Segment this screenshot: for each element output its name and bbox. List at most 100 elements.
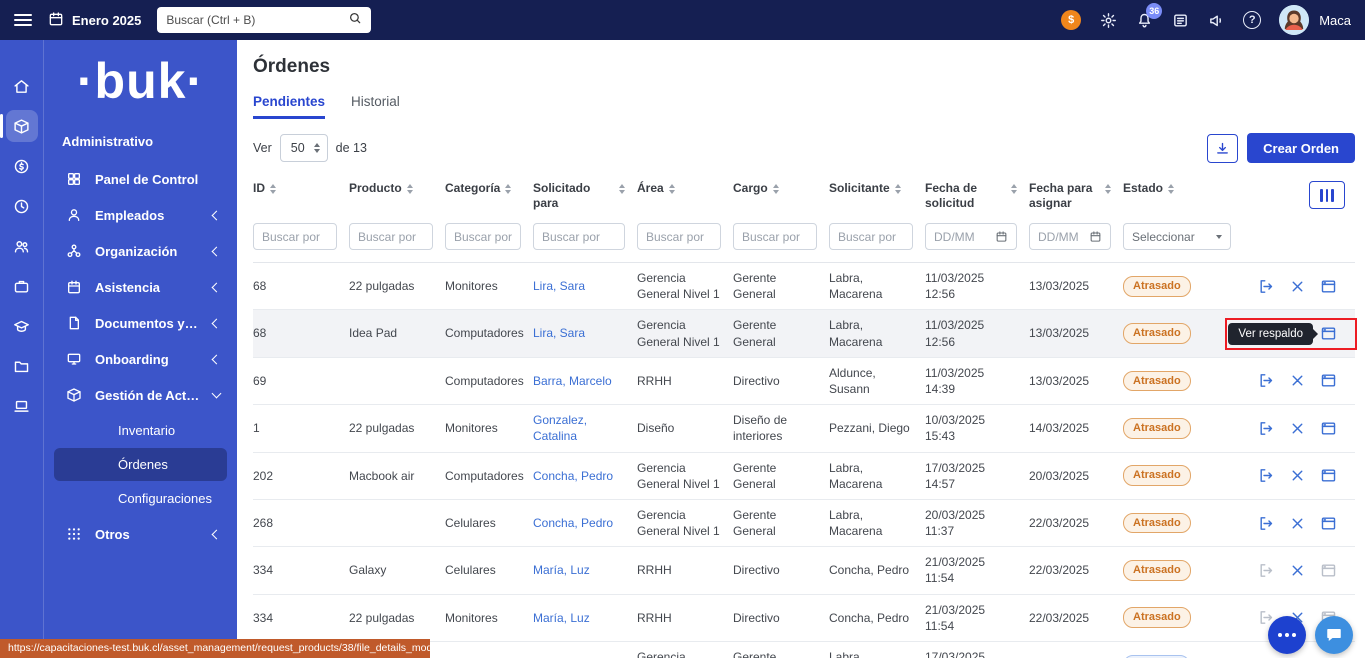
filter-input-producto[interactable] <box>349 223 433 250</box>
avatar[interactable] <box>1279 5 1310 35</box>
tab-pendientes[interactable]: Pendientes <box>253 94 326 119</box>
page-size-select[interactable]: 50 <box>279 134 328 162</box>
assign-icon[interactable] <box>1258 467 1275 484</box>
cancel-icon[interactable] <box>1289 372 1306 389</box>
menu-icon[interactable] <box>14 14 32 26</box>
sidebar-item-empleados[interactable]: Empleados <box>44 197 237 233</box>
sidebar-item-onboarding[interactable]: Onboarding <box>44 341 237 377</box>
cancel-icon[interactable] <box>1289 278 1306 295</box>
solicitado-para-link[interactable]: Concha, Pedro <box>533 516 613 530</box>
create-order-button[interactable]: Crear Orden <box>1247 133 1355 163</box>
settings-icon[interactable] <box>1099 11 1117 29</box>
tab-historial[interactable]: Historial <box>351 94 400 119</box>
filter-input-solicitante[interactable] <box>829 223 913 250</box>
chevron-icon <box>211 282 222 292</box>
assign-icon[interactable] <box>1258 372 1275 389</box>
filter-select-estado[interactable]: Seleccionar <box>1123 223 1231 250</box>
notifications-icon[interactable]: 36 <box>1135 3 1163 29</box>
cell-id: 334 <box>253 610 274 625</box>
solicitado-para-link[interactable]: María, Luz <box>533 563 590 577</box>
column-header-id[interactable]: ID <box>253 181 349 196</box>
download-button[interactable] <box>1207 133 1239 163</box>
cell-estado: Atrasado <box>1123 553 1243 588</box>
column-header-area[interactable]: Área <box>637 181 733 196</box>
laptop-icon[interactable] <box>6 390 38 422</box>
home-icon[interactable] <box>6 70 38 102</box>
cancel-icon[interactable] <box>1289 562 1306 579</box>
search-input[interactable] <box>166 13 343 27</box>
sidebar-item-asistencia[interactable]: Asistencia <box>44 269 237 305</box>
cell-fecha-asignar: 03/04/2025 <box>1029 650 1123 658</box>
sidebar-item-otros[interactable]: Otros <box>44 516 237 552</box>
cell-producto <box>349 374 445 388</box>
solicitado-para-link[interactable]: Concha, Pedro <box>533 469 613 483</box>
announcements-icon[interactable] <box>1207 11 1225 29</box>
document-icon[interactable] <box>1171 11 1189 29</box>
box-icon[interactable] <box>0 110 38 142</box>
filter-input-categoria[interactable] <box>445 223 521 250</box>
search-icon[interactable] <box>348 11 362 30</box>
help-icon[interactable]: ? <box>1243 11 1262 29</box>
cell-id: 68 <box>253 279 267 294</box>
sidebar-subitem-configuraciones[interactable]: Configuraciones <box>54 482 227 515</box>
solicitado-para-link[interactable]: Gonzalez, Catalina <box>533 413 587 443</box>
column-header-fecha-de-solicitud[interactable]: Fecha de solicitud <box>925 181 1029 211</box>
filter-input-id[interactable] <box>253 223 337 250</box>
column-header-solicitante[interactable]: Solicitante <box>829 181 925 196</box>
sidebar-subitem-ordenes[interactable]: Órdenes <box>54 448 227 481</box>
column-header-producto[interactable]: Producto <box>349 181 445 196</box>
cell-producto: 22 pulgadas <box>349 279 415 294</box>
solicitado-para-link[interactable]: Lira, Sara <box>533 326 585 340</box>
chat-button[interactable] <box>1315 616 1353 654</box>
cell-solicitante: Aldunce, Susann <box>829 365 876 396</box>
solicitado-para-link[interactable]: Lira, Sara <box>533 279 585 293</box>
filter-date-fecha-de-solicitud[interactable]: DD/MM <box>925 223 1017 250</box>
view-backup-icon[interactable] <box>1320 467 1337 484</box>
clock-icon[interactable] <box>6 190 38 222</box>
view-backup-icon[interactable] <box>1320 278 1337 295</box>
view-backup-icon[interactable] <box>1320 420 1337 437</box>
column-header-estado[interactable]: Estado <box>1123 181 1243 196</box>
users-icon[interactable] <box>6 230 38 262</box>
cap-icon[interactable] <box>6 310 38 342</box>
view-backup-icon[interactable] <box>1320 562 1337 579</box>
cancel-icon[interactable] <box>1289 515 1306 532</box>
column-settings-button[interactable] <box>1309 181 1345 209</box>
assign-icon[interactable] <box>1258 515 1275 532</box>
view-backup-icon[interactable] <box>1320 515 1337 532</box>
assign-icon[interactable] <box>1258 562 1275 579</box>
period-label: Enero 2025 <box>72 12 142 28</box>
cell-solicitante: Concha, Pedro <box>829 610 910 625</box>
solicitado-para-link[interactable]: Barra, Marcelo <box>533 374 612 388</box>
filter-input-cargo[interactable] <box>733 223 817 250</box>
column-header-categoria[interactable]: Categoría <box>445 181 533 196</box>
sidebar-subitem-inventario[interactable]: Inventario <box>54 414 227 447</box>
sidebar-item-gestion-de-activos[interactable]: Gestión de Activos <box>44 377 237 413</box>
sidebar-item-label: Documentos y Firma <box>95 315 200 331</box>
assign-icon[interactable] <box>1258 278 1275 295</box>
dots-icon <box>1278 633 1296 637</box>
order-row: 202 Macbook air Computadores Concha, Pedro G… <box>253 453 1355 500</box>
cancel-icon[interactable] <box>1289 467 1306 484</box>
filter-input-solicitado-para[interactable] <box>533 223 625 250</box>
coins-icon[interactable]: $ <box>1061 10 1082 30</box>
solicitado-para-link[interactable]: María, Luz <box>533 611 590 625</box>
quick-actions-button[interactable] <box>1268 616 1306 654</box>
folder-icon[interactable] <box>6 350 38 382</box>
column-header-solicitado-para[interactable]: Solicitado para <box>533 181 637 211</box>
coin-icon[interactable] <box>6 150 38 182</box>
sidebar-item-documentos-y-firma[interactable]: Documentos y Firma <box>44 305 237 341</box>
column-header-cargo[interactable]: Cargo <box>733 181 829 196</box>
column-header-label: Categoría <box>445 181 501 195</box>
filter-date-fecha-para-asignar[interactable]: DD/MM <box>1029 223 1111 250</box>
view-backup-icon[interactable] <box>1320 372 1337 389</box>
cancel-icon[interactable] <box>1289 420 1306 437</box>
sidebar-item-organizacion[interactable]: Organización <box>44 233 237 269</box>
briefcase-icon[interactable] <box>6 270 38 302</box>
column-header-fecha-para-asignar[interactable]: Fecha para asignar <box>1029 181 1123 211</box>
sidebar-item-label: Empleados <box>95 207 165 223</box>
sidebar-item-panel-de-control[interactable]: Panel de Control <box>44 161 237 197</box>
assign-icon[interactable] <box>1258 420 1275 437</box>
period-selector[interactable]: Enero 2025 <box>48 11 141 30</box>
filter-input-area[interactable] <box>637 223 721 250</box>
